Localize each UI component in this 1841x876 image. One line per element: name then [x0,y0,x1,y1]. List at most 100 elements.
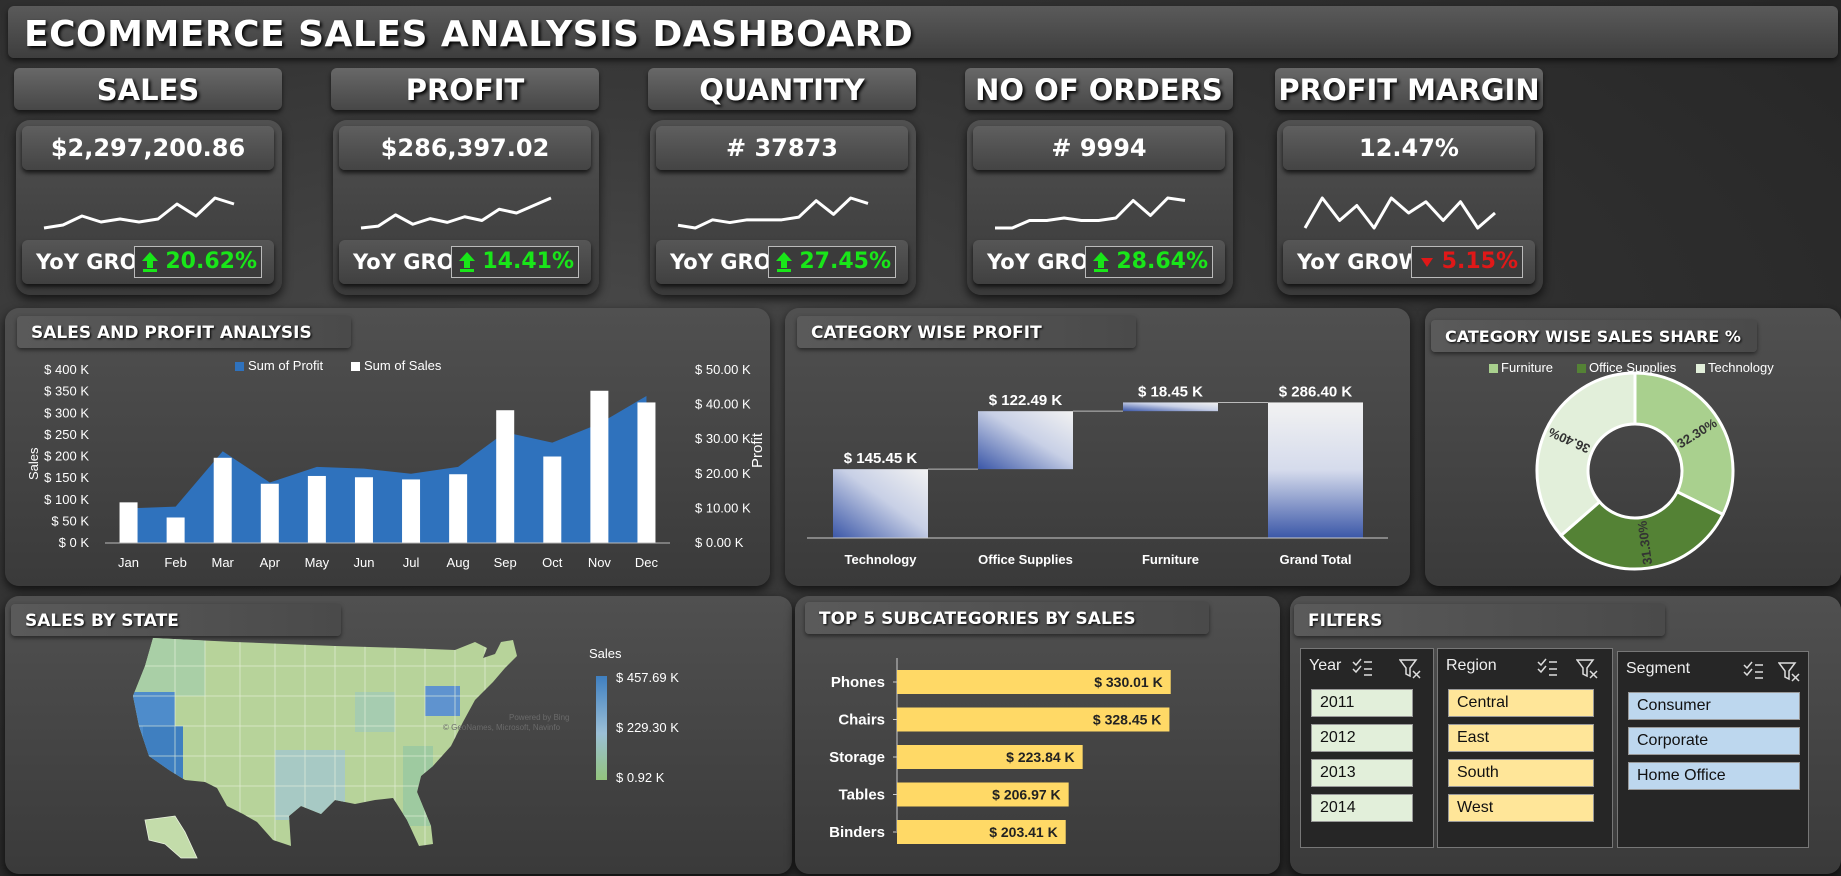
kpi-value: 12.47% [1283,126,1535,170]
y-left-tick: $ 200 K [44,449,89,464]
arrow-down-icon [1420,258,1433,267]
kpi-value: $2,297,200.86 [22,126,274,170]
sparkline-line [677,196,869,230]
filters-panel: FILTERS Year 2011 2012 2013 2014 Region Cen… [1290,596,1841,874]
subcategory-label: Tables [839,787,885,804]
y-right-tick: $ 10.00 K [695,500,751,515]
sales-bar[interactable] [119,502,138,543]
arrow-up-icon [776,252,793,272]
kpi-value: $286,397.02 [339,126,591,170]
kpi-title: QUANTITY [648,68,916,110]
dashboard-title-bar: ECOMMERCE SALES ANALYSIS DASHBOARD [8,6,1838,58]
subcategory-label: Phones [831,674,885,691]
sales-bar[interactable] [543,456,562,544]
yoy-value: 28.64% [1116,249,1208,274]
slicer-item-year[interactable]: 2014 [1311,794,1413,822]
slicer-item-segment[interactable]: Consumer [1628,692,1800,720]
profit-bar[interactable] [833,469,928,538]
yoy-growth-badge: 20.62% [134,246,262,278]
y-left-tick: $ 400 K [44,362,89,377]
profit-area[interactable] [128,395,647,543]
sales-bar[interactable] [307,475,326,543]
us-map[interactable]: Powered by Bing © GeoNames, Microsoft, N… [5,596,792,874]
segment-slicer-title: Segment [1626,660,1691,677]
x-tick-label: Apr [260,555,281,570]
category-share-chart: Furniture Office Supplies Technology32.30%… [1489,360,1774,571]
category-profit-chart: $ 145.45 K Technology $ 122.49 K Office Sup… [807,383,1388,567]
slicer-item-year[interactable]: 2011 [1311,689,1413,717]
subcategory-label: Storage [829,749,885,766]
yoy-value: 27.45% [799,249,891,274]
slicer-item-region[interactable]: East [1448,724,1594,752]
sales-bar[interactable] [354,477,373,543]
legend-sales-label[interactable]: Sum of Sales [364,358,442,373]
slicer-item-region[interactable]: West [1448,794,1594,822]
map-legend-max: $ 457.69 K [616,670,679,685]
y-right-tick: $ 0.00 K [695,535,744,550]
legend-sales-swatch [351,362,360,371]
yoy-growth-badge: 27.45% [768,246,896,278]
multi-select-icon[interactable] [1351,658,1373,678]
clear-filter-icon[interactable] [1576,658,1600,680]
sales-bar[interactable] [166,517,185,543]
yoy-growth-badge: 28.64% [1085,246,1213,278]
y-right-axis-label: Profit [749,432,766,468]
clear-filter-icon[interactable] [1778,661,1802,683]
profit-bar[interactable] [1268,402,1363,538]
kpi-title: PROFIT [331,68,599,110]
x-tick-label: Jan [118,555,139,570]
multi-select-icon[interactable] [1536,658,1558,678]
kpi-card: $2,297,200.86 YoY GROWTH 20.62% [16,120,282,295]
sparkline-line [43,196,235,230]
multi-select-icon[interactable] [1742,661,1764,681]
legend-label[interactable]: Technology [1708,360,1774,375]
legend-label[interactable]: Furniture [1501,360,1553,375]
arrow-up-icon [1093,252,1110,272]
y-left-tick: $ 150 K [44,470,89,485]
kpi-value: # 37873 [656,126,908,170]
profit-data-label: $ 18.45 K [1138,383,1203,400]
subcategory-label: Chairs [838,712,885,729]
kpi-title: SALES [14,68,282,110]
sales-bar[interactable] [590,390,609,543]
kpi-card: # 9994 YoY GROWTH 28.64% [967,120,1233,295]
x-tick-label: Mar [212,555,235,570]
sales-bar[interactable] [213,457,232,543]
yoy-growth-badge: 5.15% [1410,246,1523,278]
profit-data-label: $ 286.40 K [1279,383,1353,400]
kpi-yoy-row: YoY GROWTH 5.15% [1283,240,1535,284]
slicer-item-year[interactable]: 2013 [1311,759,1413,787]
slicer-item-region[interactable]: Central [1448,689,1594,717]
slicer-item-region[interactable]: South [1448,759,1594,787]
sales-bar[interactable] [402,479,421,543]
y-left-tick: $ 50 K [51,513,89,528]
clear-filter-icon[interactable] [1399,658,1423,680]
y-left-axis-label: Sales [26,447,41,480]
y-left-tick: $ 250 K [44,427,89,442]
alaska-shape[interactable] [144,815,198,859]
region-slicer-title: Region [1446,657,1497,674]
slicer-item-segment[interactable]: Home Office [1628,762,1800,790]
sales-bar[interactable] [260,483,279,543]
slicer-item-year[interactable]: 2012 [1311,724,1413,752]
profit-data-label: $ 122.49 K [989,392,1063,409]
category-profit-panel: CATEGORY WISE PROFIT $ 145.45 K Technolog… [785,308,1410,586]
sales-bar[interactable] [637,402,656,543]
legend-profit-label[interactable]: Sum of Profit [248,358,324,373]
sales-bar[interactable] [496,410,515,543]
map-legend-min: $ 0.92 K [616,770,665,785]
sales-bar[interactable] [449,474,468,543]
profit-bar[interactable] [1123,402,1218,412]
slicer-item-segment[interactable]: Corporate [1628,727,1800,755]
kpi-card: # 37873 YoY GROWTH 27.45% [650,120,916,295]
arrow-up-icon [142,252,159,272]
map-credit-2: © GeoNames, Microsoft, Navinfo [443,723,561,732]
us-states[interactable] [125,636,525,856]
top5-chart: Phones $ 330.01 K Chairs $ 328.45 K Storage $… [829,658,1171,844]
subcategory-value: $ 330.01 K [1094,674,1163,690]
year-slicer: Year 2011 2012 2013 2014 [1300,648,1434,848]
kpi-sparkline [677,196,869,230]
segment-slicer: Segment Consumer Corporate Home Office [1617,651,1809,848]
profit-bar[interactable] [978,411,1073,470]
subcategory-label: Binders [829,824,885,841]
